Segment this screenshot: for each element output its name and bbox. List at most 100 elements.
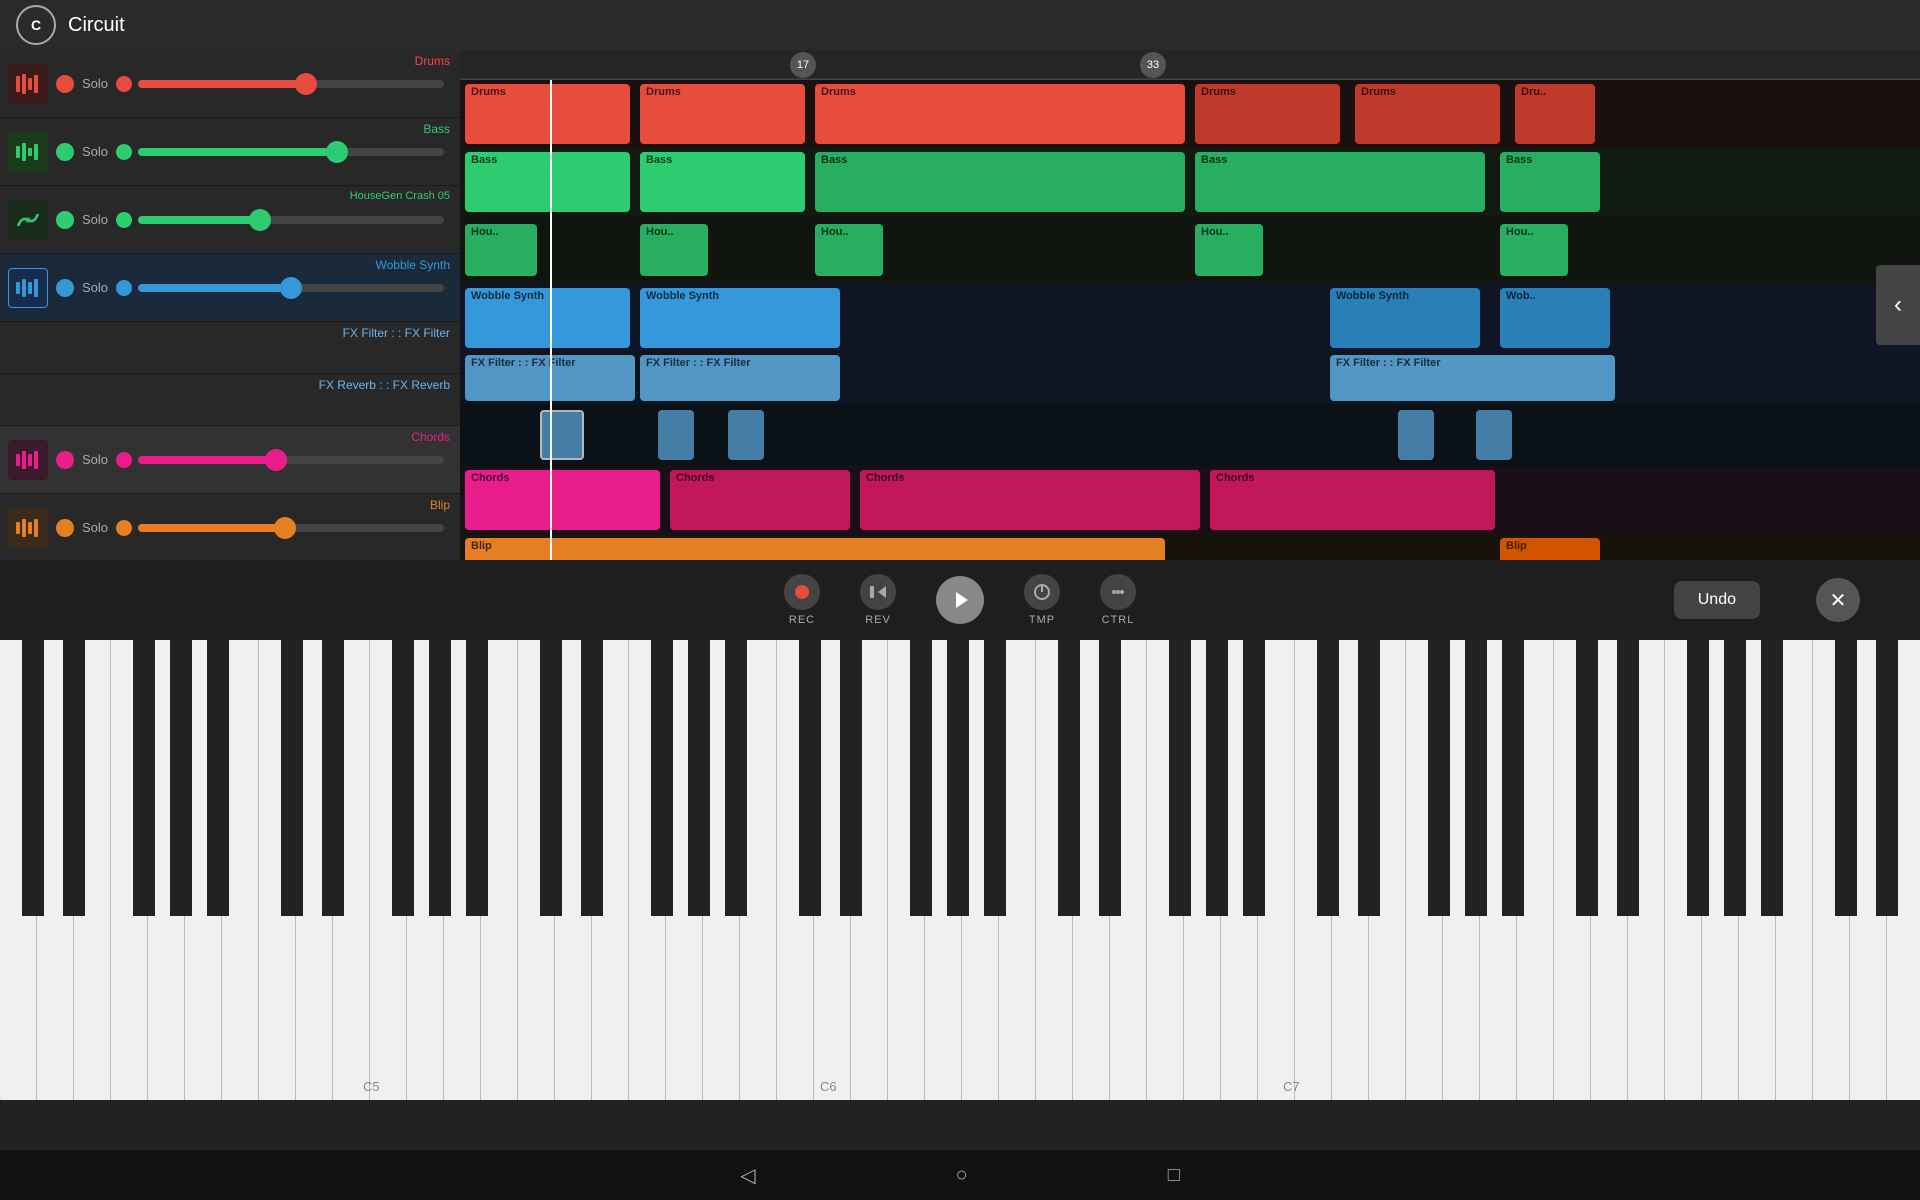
clip-wobble-3[interactable]: Wob..: [1500, 288, 1610, 348]
vol-dot-blip: [116, 520, 132, 536]
back-arrow-button[interactable]: ‹: [1876, 265, 1920, 345]
clip-chords-2[interactable]: Chords: [860, 470, 1200, 530]
clip-drums-3[interactable]: Drums: [1195, 84, 1340, 144]
clip-drums-0[interactable]: Drums: [465, 84, 630, 144]
track-icon-wobble[interactable]: [8, 268, 48, 308]
clip-drums-4[interactable]: Drums: [1355, 84, 1500, 144]
clip-fx-reverb-0[interactable]: [540, 410, 584, 460]
piano-area: C5 C6 C7: [0, 640, 1920, 1150]
mute-wobble[interactable]: [56, 279, 74, 297]
slider-thumb-wobble[interactable]: [280, 277, 302, 299]
clip-wobble-1[interactable]: Wobble Synth: [640, 288, 840, 348]
slider-bass[interactable]: [138, 148, 444, 156]
mute-chords[interactable]: [56, 451, 74, 469]
track-icon-blip[interactable]: [8, 508, 48, 548]
clip-fx-reverb-2[interactable]: [728, 410, 764, 460]
solo-wobble[interactable]: Solo: [82, 280, 108, 295]
tl-row-bass: Bass Bass Bass Bass Bass: [460, 148, 1920, 216]
clip-drums-1[interactable]: Drums: [640, 84, 805, 144]
clip-bass-3[interactable]: Bass: [1195, 152, 1485, 212]
track-label-fx-reverb: FX Reverb : : FX Reverb: [319, 378, 450, 392]
android-nav: ◁ ○ □: [0, 1150, 1920, 1200]
piano-white-keys: [0, 640, 1920, 1100]
transport-bar: REC REV TMP CTRL Undo ✕: [0, 560, 1920, 640]
solo-housegen[interactable]: Solo: [82, 212, 108, 227]
nav-back[interactable]: ◁: [740, 1163, 755, 1188]
logo-text: C: [31, 17, 41, 33]
mute-blip[interactable]: [56, 519, 74, 537]
track-row-drums: Drums Solo: [0, 50, 460, 118]
clip-bass-4[interactable]: Bass: [1500, 152, 1600, 212]
clip-bass-1[interactable]: Bass: [640, 152, 805, 212]
clip-chords-1[interactable]: Chords: [670, 470, 850, 530]
clip-bass-0[interactable]: Bass: [465, 152, 630, 212]
clip-housegen-0[interactable]: Hou..: [465, 224, 537, 276]
clip-housegen-1[interactable]: Hou..: [640, 224, 708, 276]
vol-dot-wobble: [116, 280, 132, 296]
clip-fx-reverb-1[interactable]: [658, 410, 694, 460]
timeline-tracks: Drums Drums Drums Drums Drums Dru.. Bass…: [460, 80, 1920, 560]
vol-dot-chords: [116, 452, 132, 468]
slider-thumb-chords[interactable]: [265, 449, 287, 471]
clip-chords-3[interactable]: Chords: [1210, 470, 1495, 530]
mute-housegen[interactable]: [56, 211, 74, 229]
app-logo[interactable]: C: [16, 5, 56, 45]
piano-labels: C5 C6 C7: [0, 1074, 1920, 1098]
nav-home[interactable]: ○: [956, 1164, 968, 1187]
rev-button[interactable]: REV: [860, 574, 896, 626]
clip-blip-0[interactable]: Blip: [465, 538, 1165, 560]
clip-fx-filter-1[interactable]: FX Filter : : FX Filter: [640, 355, 840, 401]
tl-row-drums: Drums Drums Drums Drums Drums Dru..: [460, 80, 1920, 148]
track-icon-chords[interactable]: [8, 440, 48, 480]
clip-fx-reverb-3[interactable]: [1398, 410, 1434, 460]
slider-chords[interactable]: [138, 456, 444, 464]
track-row-fx-reverb: FX Reverb : : FX Reverb: [0, 374, 460, 426]
slider-wobble[interactable]: [138, 284, 444, 292]
track-icon-housegen[interactable]: [8, 200, 48, 240]
clip-wobble-2[interactable]: Wobble Synth: [1330, 288, 1480, 348]
solo-chords[interactable]: Solo: [82, 452, 108, 467]
nav-recents[interactable]: □: [1168, 1164, 1180, 1187]
slider-drums[interactable]: [138, 80, 444, 88]
solo-blip[interactable]: Solo: [82, 520, 108, 535]
clip-drums-5[interactable]: Dru..: [1515, 84, 1595, 144]
clip-housegen-4[interactable]: Hou..: [1500, 224, 1568, 276]
ruler: 17 33: [460, 50, 1920, 80]
clip-wobble-0[interactable]: Wobble Synth: [465, 288, 630, 348]
clip-blip-1[interactable]: Blip: [1500, 538, 1600, 560]
mute-drums[interactable]: [56, 75, 74, 93]
solo-drums[interactable]: Solo: [82, 76, 108, 91]
clip-chords-0[interactable]: Chords: [465, 470, 660, 530]
slider-thumb-bass[interactable]: [326, 141, 348, 163]
track-icon-bass[interactable]: [8, 132, 48, 172]
slider-thumb-housegen[interactable]: [249, 209, 271, 231]
tl-row-chords: Chords Chords Chords Chords: [460, 466, 1920, 534]
clip-drums-2[interactable]: Drums: [815, 84, 1185, 144]
track-row-bass: Bass Solo: [0, 118, 460, 186]
vol-dot-drums: [116, 76, 132, 92]
close-button[interactable]: ✕: [1816, 578, 1860, 622]
solo-bass[interactable]: Solo: [82, 144, 108, 159]
timeline-area: 17 33 Drums Drums Drums Drums Drums Dru.…: [460, 50, 1920, 560]
slider-housegen[interactable]: [138, 216, 444, 224]
undo-button[interactable]: Undo: [1674, 581, 1760, 619]
tmp-button[interactable]: TMP: [1024, 574, 1060, 626]
ctrl-button[interactable]: CTRL: [1100, 574, 1136, 626]
playhead: [550, 80, 552, 560]
clip-fx-reverb-4[interactable]: [1476, 410, 1512, 460]
mute-bass[interactable]: [56, 143, 74, 161]
track-label-drums: Drums: [415, 54, 450, 68]
top-bar: C Circuit: [0, 0, 1920, 50]
clip-housegen-2[interactable]: Hou..: [815, 224, 883, 276]
clip-housegen-3[interactable]: Hou..: [1195, 224, 1263, 276]
piano-label-c7: C7: [1283, 1079, 1300, 1094]
rec-button[interactable]: REC: [784, 574, 820, 626]
slider-thumb-blip[interactable]: [274, 517, 296, 539]
play-button[interactable]: [936, 576, 984, 624]
slider-blip[interactable]: [138, 524, 444, 532]
track-icon-drums[interactable]: [8, 64, 48, 104]
clip-bass-2[interactable]: Bass: [815, 152, 1185, 212]
clip-fx-filter-2[interactable]: FX Filter : : FX Filter: [1330, 355, 1615, 401]
track-row-fx-filter: FX Filter : : FX Filter: [0, 322, 460, 374]
slider-thumb-drums[interactable]: [295, 73, 317, 95]
